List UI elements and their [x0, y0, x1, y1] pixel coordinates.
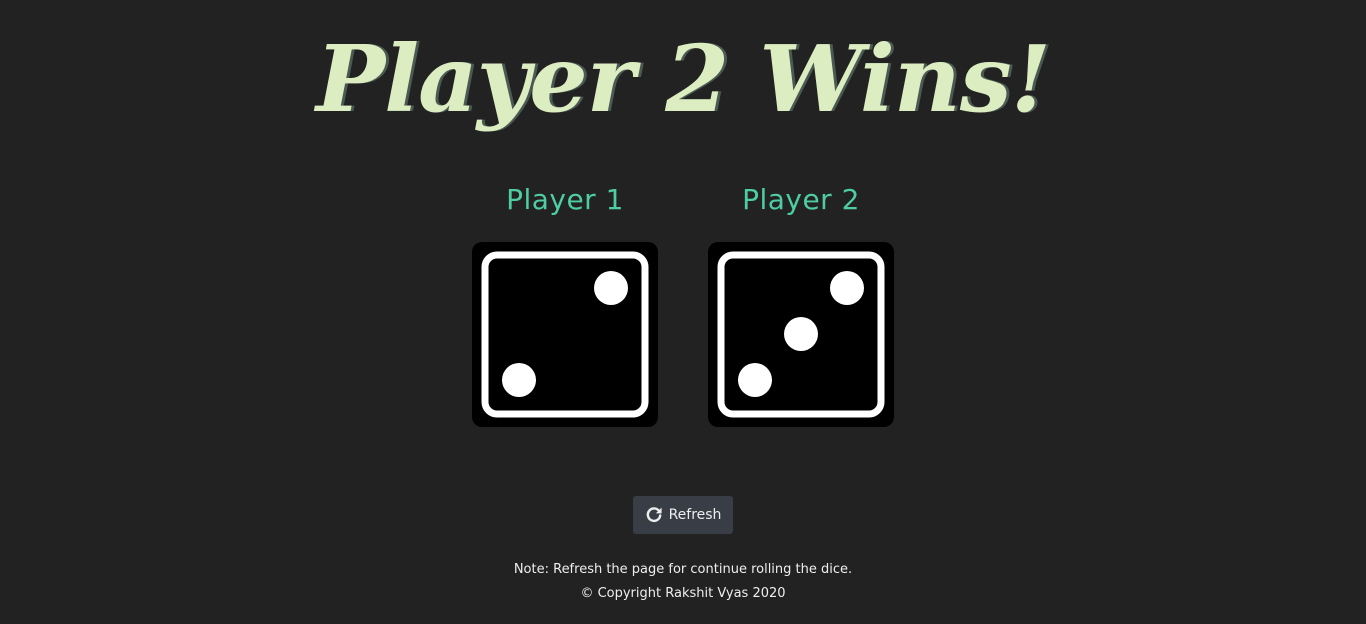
winner-title: Player 2 Wins!	[316, 25, 1051, 133]
die-face	[472, 242, 658, 427]
footer-copyright: © Copyright Rakshit Vyas 2020	[580, 586, 786, 601]
die-pip	[738, 363, 772, 397]
player-2-label: Player 2	[742, 183, 860, 216]
player-2-die	[708, 242, 894, 427]
refresh-icon	[645, 506, 663, 524]
footer-note: Note: Refresh the page for continue roll…	[513, 562, 853, 577]
die-pip	[502, 363, 536, 397]
die-pip	[784, 317, 818, 351]
player-1-die	[472, 242, 658, 427]
die-pip	[830, 271, 864, 305]
die-pip	[594, 271, 628, 305]
refresh-button-label: Refresh	[668, 507, 722, 523]
refresh-button[interactable]: Refresh	[633, 496, 733, 534]
player-1-label: Player 1	[506, 183, 624, 216]
